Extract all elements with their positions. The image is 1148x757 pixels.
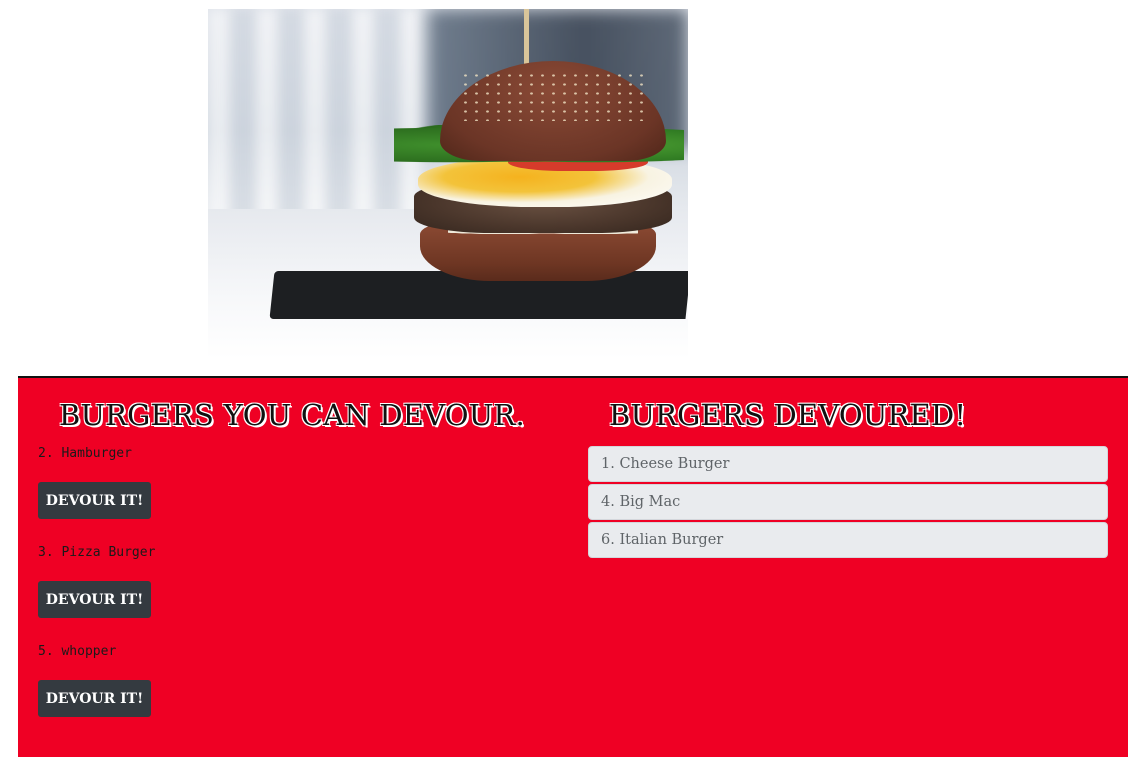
burger-item: 3. Pizza Burger — [38, 545, 338, 561]
burger-name: 5. whopper — [38, 644, 117, 659]
devoured-list: 1. Cheese Burger 4. Big Mac 6. Italian B… — [588, 446, 1108, 560]
devour-heading: BURGERS YOU CAN DEVOUR. — [59, 398, 525, 432]
devoured-item: 4. Big Mac — [588, 484, 1108, 520]
burger-name: 3. Pizza Burger — [38, 545, 156, 560]
burger-name: 2. Hamburger — [38, 446, 132, 461]
top-bun — [440, 61, 666, 161]
devour-column: BURGERS YOU CAN DEVOUR. 2. Hamburger DEV… — [38, 378, 558, 757]
burger-item: 2. Hamburger — [38, 446, 338, 462]
burger-panel: BURGERS YOU CAN DEVOUR. 2. Hamburger DEV… — [18, 376, 1128, 757]
devoured-heading: BURGERS DEVOURED! — [609, 398, 967, 432]
background-blur-left — [208, 9, 428, 219]
devoured-column: BURGERS DEVOURED! 1. Cheese Burger 4. Bi… — [588, 378, 1108, 757]
devour-button[interactable]: DEVOUR IT! — [38, 581, 151, 618]
devour-button[interactable]: DEVOUR IT! — [38, 482, 151, 519]
burger-item: 5. whopper — [38, 644, 338, 660]
burger-image — [208, 9, 688, 359]
devour-button[interactable]: DEVOUR IT! — [38, 680, 151, 717]
devoured-item: 6. Italian Burger — [588, 522, 1108, 558]
devoured-item: 1. Cheese Burger — [588, 446, 1108, 482]
